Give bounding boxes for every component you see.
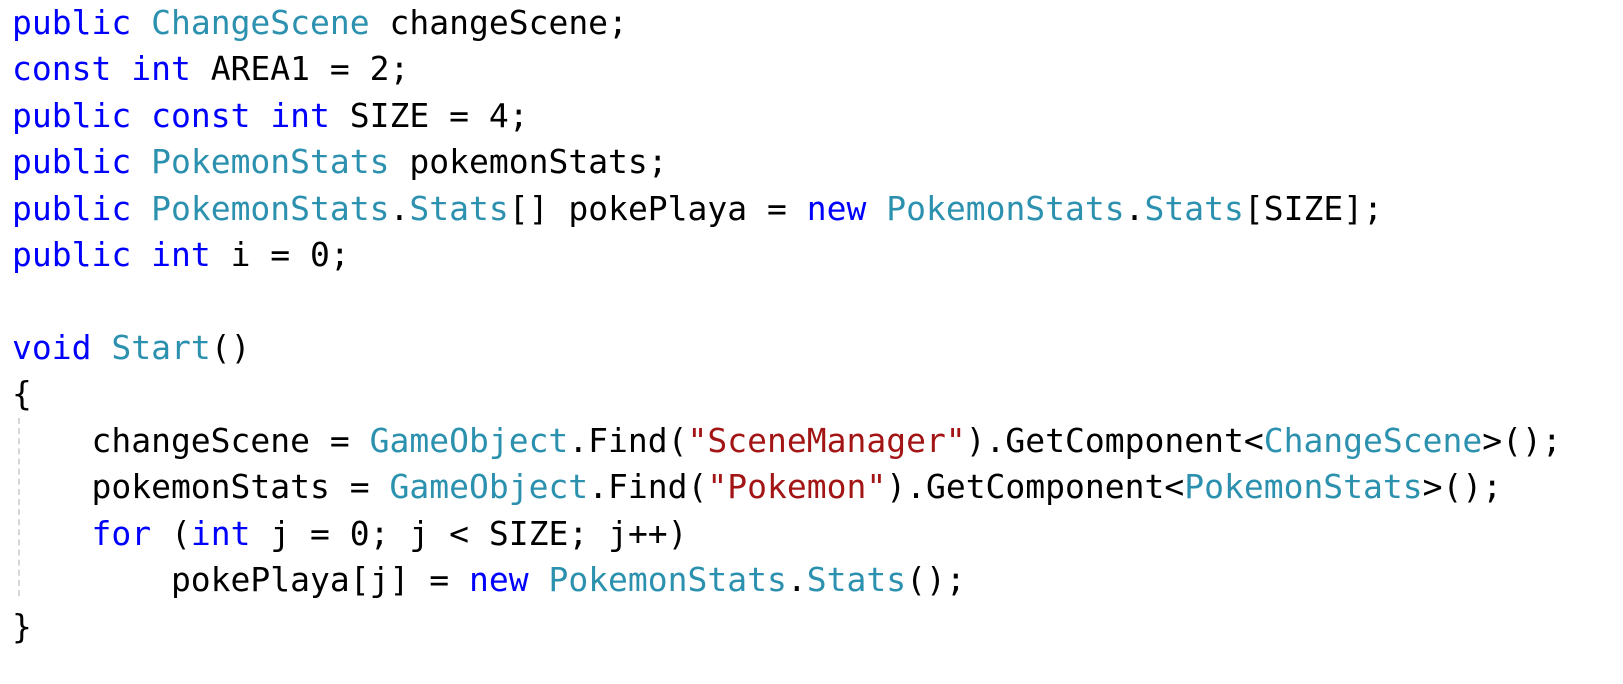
code-editor[interactable]: public ChangeScene changeScene; const int… <box>12 0 1612 684</box>
code-line: void Start() <box>12 325 250 371</box>
code-token-plain: i = 0; <box>210 235 350 274</box>
code-line: public const int SIZE = 4; <box>12 93 529 139</box>
code-token-plain: changeScene; <box>369 3 628 42</box>
code-token-type: ChangeScene <box>1263 421 1483 460</box>
code-token-plain: AREA1 = 2; <box>190 49 410 88</box>
code-token-type: PokemonStats <box>1184 467 1423 506</box>
code-token-kw: for <box>91 514 152 553</box>
code-token-kw: public <box>12 235 132 274</box>
code-token-plain: pokemonStats = <box>12 467 390 506</box>
code-token-kw: public <box>12 3 132 42</box>
code-line: public int i = 0; <box>12 232 350 278</box>
code-token-type: PokemonStats <box>151 189 390 228</box>
code-token-type: Stats <box>409 189 509 228</box>
code-token-plain: pokePlaya[j] = <box>12 560 469 599</box>
code-token-plain: . <box>1124 189 1145 228</box>
code-token-plain: { <box>12 374 32 413</box>
code-line: } <box>12 604 32 650</box>
code-token-plain: pokemonStats; <box>389 142 668 181</box>
code-line: for (int j = 0; j < SIZE; j++) <box>12 511 688 557</box>
code-line: changeScene = GameObject.Find("SceneMana… <box>12 418 1562 464</box>
code-token-plain: .Find( <box>568 421 688 460</box>
code-token-kw: public <box>12 189 132 228</box>
code-token-type: Stats <box>1144 189 1244 228</box>
code-token-kw: public <box>12 96 132 135</box>
code-token-plain: [SIZE]; <box>1243 189 1383 228</box>
code-line: public PokemonStats.Stats[] pokePlaya = … <box>12 186 1383 232</box>
code-token-kw: new <box>468 560 529 599</box>
code-token-str: "SceneManager" <box>687 421 966 460</box>
code-token-type: ChangeScene <box>151 3 370 42</box>
code-token-type: PokemonStats <box>886 189 1125 228</box>
code-token-plain: >(); <box>1422 467 1503 506</box>
code-token-kw: const <box>151 96 251 135</box>
code-token-plain: [] pokePlaya = <box>508 189 807 228</box>
code-token-plain: ( <box>151 514 191 553</box>
code-token-type: GameObject <box>369 421 569 460</box>
code-token-kw: int <box>270 96 330 135</box>
code-token-plain: . <box>389 189 410 228</box>
code-token-type: PokemonStats <box>151 142 390 181</box>
code-token-plain: . <box>786 560 807 599</box>
code-token-kw: const <box>12 49 112 88</box>
code-token-plain: j = 0; j < SIZE; j++) <box>250 514 688 553</box>
code-token-kw: int <box>190 514 251 553</box>
code-token-type: GameObject <box>389 467 589 506</box>
code-token-str: "Pokemon" <box>707 467 887 506</box>
code-token-plain: SIZE = 4; <box>329 96 529 135</box>
code-line: { <box>12 371 32 417</box>
code-token-plain: changeScene = <box>12 421 370 460</box>
code-line: pokemonStats = GameObject.Find("Pokemon"… <box>12 464 1502 510</box>
code-token-plain: ).GetComponent< <box>965 421 1264 460</box>
code-token-kw: void <box>12 328 92 367</box>
code-token-type: PokemonStats <box>548 560 787 599</box>
code-line: pokePlaya[j] = new PokemonStats.Stats(); <box>12 557 966 603</box>
code-line: public ChangeScene changeScene; <box>12 0 628 46</box>
code-token-plain: () <box>210 328 251 367</box>
code-token-type: Stats <box>806 560 907 599</box>
code-token-plain: ).GetComponent< <box>886 467 1185 506</box>
code-token-kw: int <box>151 235 211 274</box>
code-token-plain: .Find( <box>588 467 708 506</box>
code-line: public PokemonStats pokemonStats; <box>12 139 668 185</box>
code-token-kw: new <box>806 189 867 228</box>
code-token-plain: (); <box>906 560 966 599</box>
code-token-plain: >(); <box>1482 421 1562 460</box>
code-token-kw: int <box>131 49 191 88</box>
code-line: const int AREA1 = 2; <box>12 46 409 92</box>
code-token-kw: public <box>12 142 132 181</box>
code-token-type: Start <box>111 328 211 367</box>
code-token-plain: } <box>12 607 32 646</box>
